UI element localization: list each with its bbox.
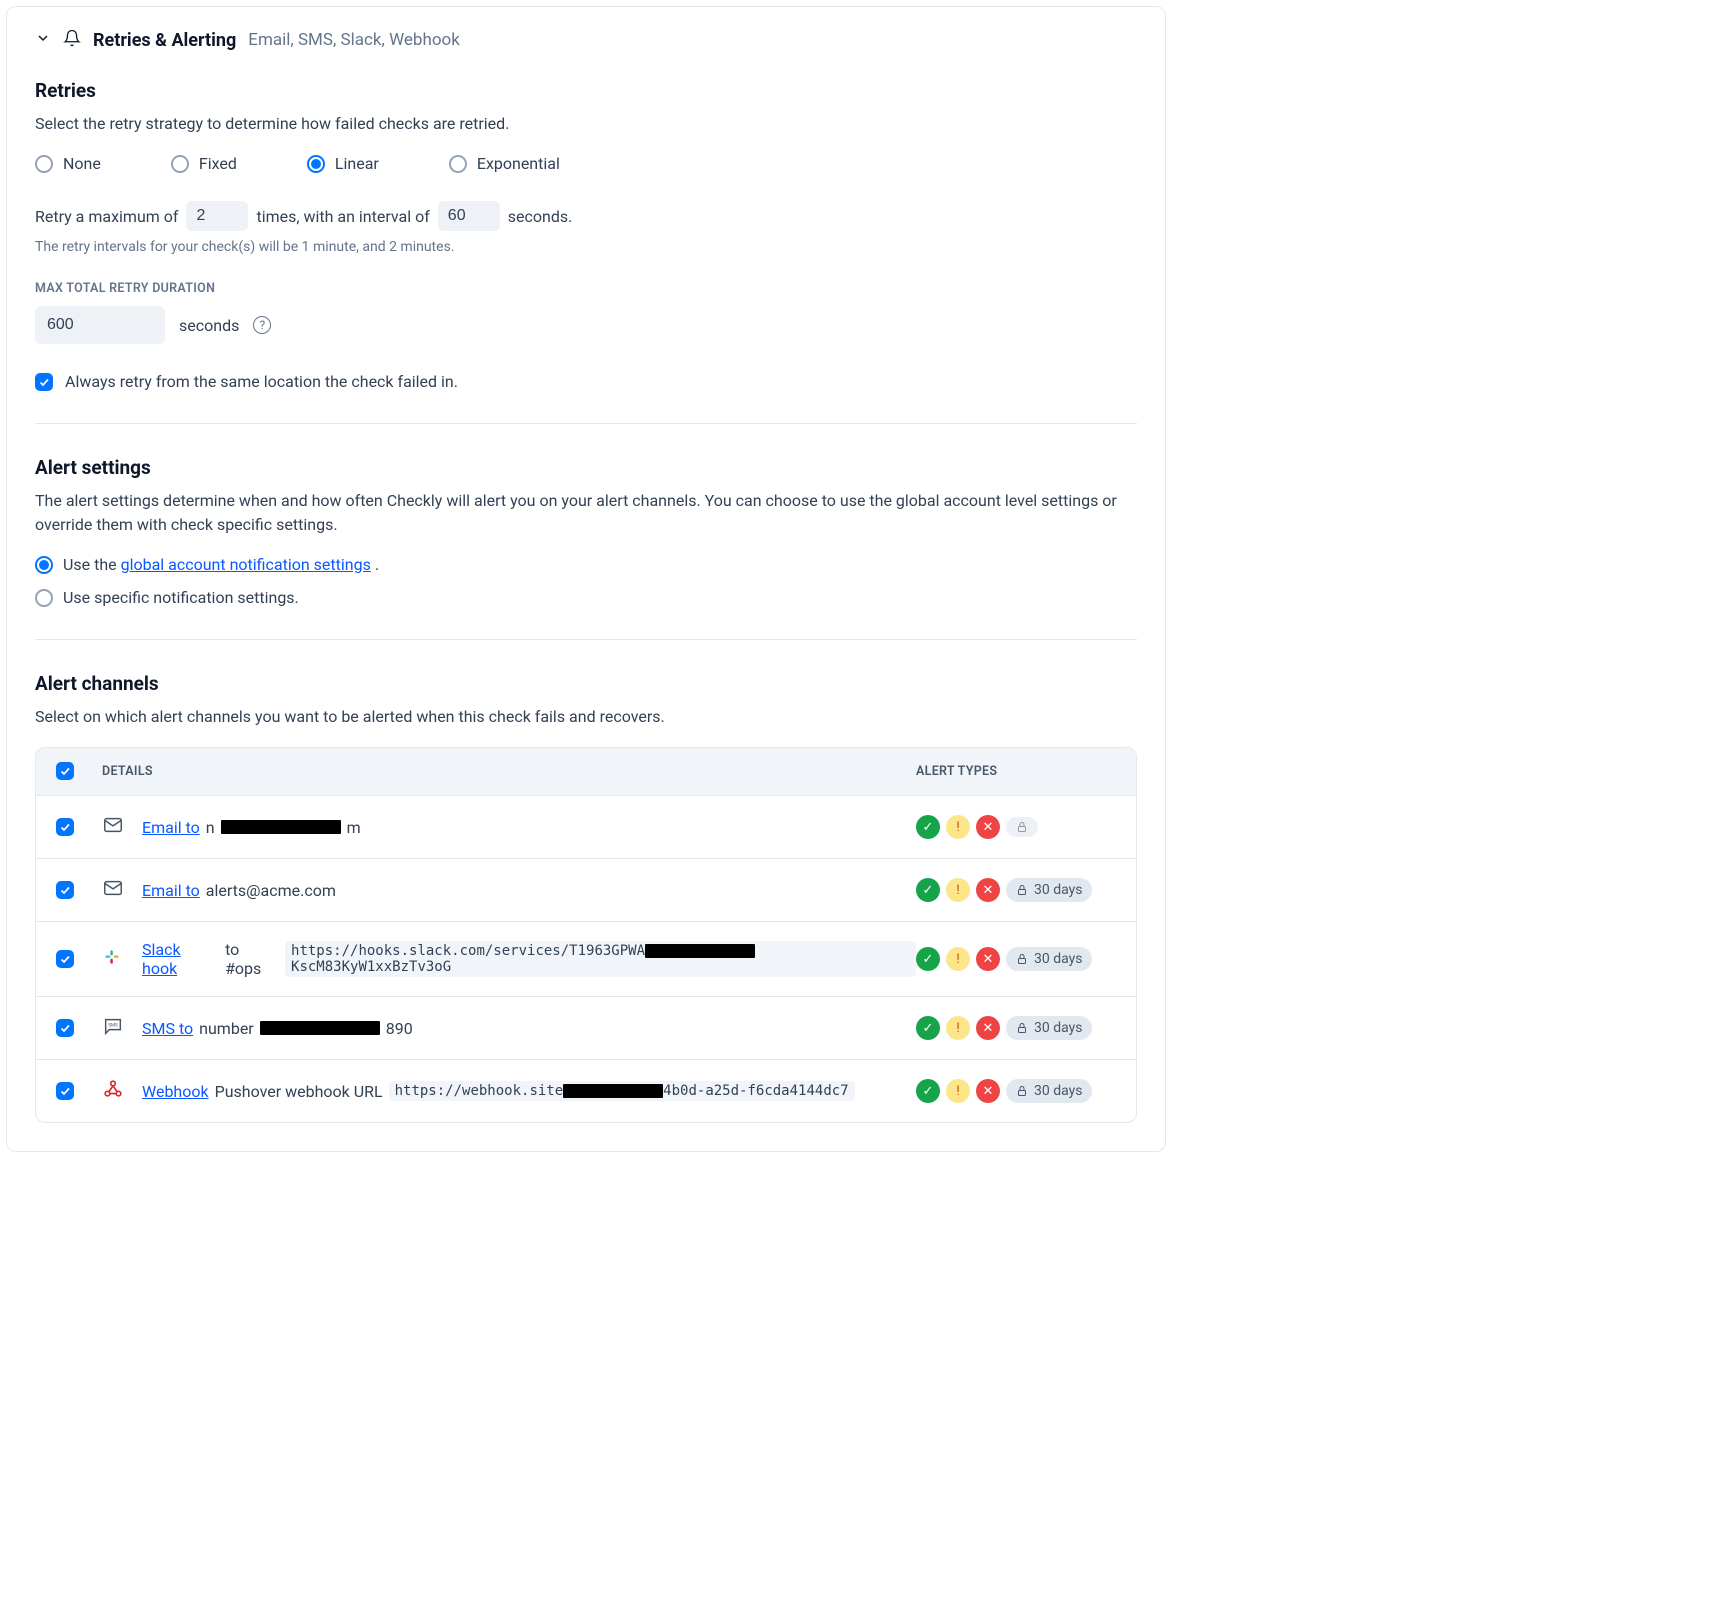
retry-helper-text: The retry intervals for your check(s) wi… xyxy=(35,239,1137,255)
alert-settings-group: Use the global account notification sett… xyxy=(35,555,1137,607)
check-icon: ✓ xyxy=(916,878,940,902)
row-checkbox[interactable] xyxy=(56,1082,74,1100)
row-checkbox[interactable] xyxy=(56,1019,74,1037)
alert-channels-desc: Select on which alert channels you want … xyxy=(35,705,1137,729)
table-header: DETAILS ALERT TYPES xyxy=(36,748,1136,795)
max-duration-row: seconds ? xyxy=(35,306,1137,344)
retry-interval-input[interactable] xyxy=(438,201,500,231)
select-all-checkbox[interactable] xyxy=(56,762,74,780)
lock-pill: 30 days xyxy=(1006,947,1092,971)
slack-url: https://hooks.slack.com/services/T1963GP… xyxy=(285,941,916,977)
lock-pill xyxy=(1006,817,1038,837)
card-title: Retries & Alerting xyxy=(93,30,236,51)
th-alert-types: ALERT TYPES xyxy=(916,764,1116,779)
webhook-icon xyxy=(102,1078,124,1104)
svg-text:SMS: SMS xyxy=(108,1022,118,1028)
retries-desc: Select the retry strategy to determine h… xyxy=(35,112,1137,136)
lock-pill: 30 days xyxy=(1006,878,1092,902)
retry-strategy-group: None Fixed Linear Exponential xyxy=(35,154,1137,173)
card-header: Retries & Alerting Email, SMS, Slack, We… xyxy=(35,19,1137,69)
warn-icon: ! xyxy=(946,878,970,902)
same-location-checkbox[interactable] xyxy=(35,373,53,391)
max-duration-label: MAX TOTAL RETRY DURATION xyxy=(35,281,1137,296)
same-location-label: Always retry from the same location the … xyxy=(65,372,458,391)
retry-option-fixed[interactable]: Fixed xyxy=(171,154,237,173)
lock-pill: 30 days xyxy=(1006,1016,1092,1040)
same-location-row: Always retry from the same location the … xyxy=(35,372,1137,391)
help-icon[interactable]: ? xyxy=(253,316,271,334)
chevron-down-icon[interactable] xyxy=(35,30,51,50)
retries-heading: Retries xyxy=(35,79,1137,102)
redacted xyxy=(221,820,341,834)
alert-channels-table: DETAILS ALERT TYPES Email to nm ✓ ! ✕ xyxy=(35,747,1137,1123)
table-row: Email to alerts@acme.com ✓ ! ✕ 30 days xyxy=(36,858,1136,921)
th-details: DETAILS xyxy=(102,764,916,779)
mail-icon xyxy=(102,814,124,840)
max-duration-input[interactable] xyxy=(35,306,165,344)
table-row: Webhook Pushover webhook URL https://web… xyxy=(36,1059,1136,1122)
channel-link[interactable]: Slack hook xyxy=(142,940,219,978)
check-icon: ✓ xyxy=(916,1016,940,1040)
row-checkbox[interactable] xyxy=(56,818,74,836)
warn-icon: ! xyxy=(946,1016,970,1040)
table-row: Email to nm ✓ ! ✕ xyxy=(36,795,1136,858)
channel-link[interactable]: Email to xyxy=(142,881,200,900)
check-icon: ✓ xyxy=(916,947,940,971)
retries-alerting-card: Retries & Alerting Email, SMS, Slack, We… xyxy=(6,6,1166,1152)
alert-settings-desc: The alert settings determine when and ho… xyxy=(35,489,1137,537)
close-icon: ✕ xyxy=(976,1079,1000,1103)
warn-icon: ! xyxy=(946,947,970,971)
close-icon: ✕ xyxy=(976,1016,1000,1040)
check-icon: ✓ xyxy=(916,815,940,839)
close-icon: ✕ xyxy=(976,815,1000,839)
global-settings-link[interactable]: global account notification settings xyxy=(121,555,371,574)
warn-icon: ! xyxy=(946,815,970,839)
alert-channels-section: Alert channels Select on which alert cha… xyxy=(35,672,1137,1123)
table-row: Slack hook to #ops https://hooks.slack.c… xyxy=(36,921,1136,996)
channel-link[interactable]: Email to xyxy=(142,818,200,837)
close-icon: ✕ xyxy=(976,878,1000,902)
row-checkbox[interactable] xyxy=(56,950,74,968)
table-row: SMS SMS to number890 ✓ ! ✕ 30 days xyxy=(36,996,1136,1059)
retry-params-row: Retry a maximum of times, with an interv… xyxy=(35,201,1137,231)
webhook-url: https://webhook.site4b0d-a25d-f6cda4144d… xyxy=(389,1081,855,1101)
close-icon: ✕ xyxy=(976,947,1000,971)
retry-option-none[interactable]: None xyxy=(35,154,101,173)
row-checkbox[interactable] xyxy=(56,881,74,899)
warn-icon: ! xyxy=(946,1079,970,1103)
channel-link[interactable]: Webhook xyxy=(142,1082,209,1101)
mail-icon xyxy=(102,877,124,903)
channel-link[interactable]: SMS to xyxy=(142,1019,193,1038)
alert-channels-heading: Alert channels xyxy=(35,672,1137,695)
divider xyxy=(35,639,1137,640)
retry-option-linear[interactable]: Linear xyxy=(307,154,379,173)
check-icon: ✓ xyxy=(916,1079,940,1103)
alert-option-global[interactable]: Use the global account notification sett… xyxy=(35,555,1137,574)
lock-pill: 30 days xyxy=(1006,1079,1092,1103)
retry-max-input[interactable] xyxy=(186,201,248,231)
slack-icon xyxy=(102,947,122,971)
bell-icon xyxy=(63,29,81,51)
divider xyxy=(35,423,1137,424)
retry-option-exponential[interactable]: Exponential xyxy=(449,154,560,173)
sms-icon: SMS xyxy=(102,1015,124,1041)
card-subtitle: Email, SMS, Slack, Webhook xyxy=(248,30,460,50)
alert-settings-heading: Alert settings xyxy=(35,456,1137,479)
alert-option-specific[interactable]: Use specific notification settings. xyxy=(35,588,1137,607)
redacted xyxy=(260,1021,380,1035)
